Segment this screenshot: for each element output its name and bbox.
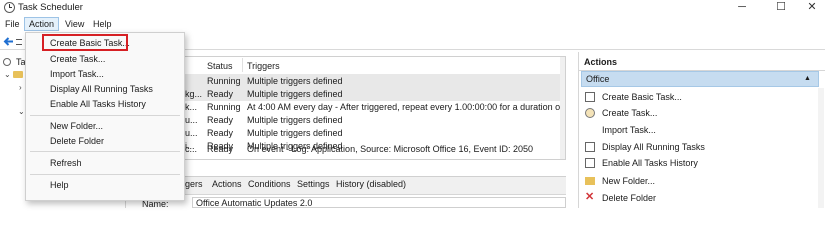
task-triggers: Multiple triggers defined: [247, 76, 343, 86]
view-icon[interactable]: [16, 39, 22, 45]
menu-action[interactable]: Action: [24, 17, 60, 31]
menu-item-delete-folder[interactable]: Delete Folder: [26, 133, 184, 149]
column-header-status[interactable]: Status: [207, 61, 233, 71]
task-status: Running: [207, 76, 241, 86]
menu-item-import-task[interactable]: Import Task...: [26, 66, 184, 82]
table-row[interactable]: u... Ready Multiple triggers defined: [127, 127, 562, 140]
tab-conditions[interactable]: Conditions: [248, 179, 291, 189]
task-triggers: Multiple triggers defined: [247, 115, 343, 125]
menu-view[interactable]: View: [61, 17, 88, 31]
expand-chevron-icon[interactable]: ⌄: [4, 70, 11, 79]
menu-bar: [0, 16, 825, 32]
menu-item-refresh[interactable]: Refresh: [26, 155, 184, 171]
column-header-triggers[interactable]: Triggers: [247, 61, 280, 71]
running-tasks-icon: [585, 142, 595, 152]
menu-separator: [30, 115, 180, 116]
back-arrow-icon[interactable]: [3, 37, 14, 46]
task-name: c...: [185, 144, 198, 154]
task-scheduler-icon: [4, 2, 15, 13]
task-status: Ready: [207, 89, 234, 99]
task-name: u...: [185, 128, 198, 138]
tab-history[interactable]: History (disabled): [336, 179, 406, 189]
menu-item-help[interactable]: Help: [26, 177, 184, 193]
task-status: Ready: [207, 115, 234, 125]
task-status: Ready: [207, 144, 234, 154]
task-status: Ready: [207, 128, 234, 138]
task-triggers: At 4:00 AM every day - After triggered, …: [247, 102, 562, 112]
window-title: Task Scheduler: [18, 2, 83, 13]
menu-item-create-task[interactable]: Create Task...: [26, 51, 184, 67]
name-value: Office Automatic Updates 2.0: [196, 198, 313, 208]
create-task-icon: [585, 108, 595, 118]
task-status: Running: [207, 102, 241, 112]
table-row[interactable]: kg... Ready Multiple triggers defined: [127, 88, 562, 101]
tab-settings[interactable]: Settings: [297, 179, 330, 189]
title-bar: [0, 0, 825, 16]
actions-scrollbar[interactable]: [818, 88, 824, 208]
folder-icon: [585, 177, 595, 185]
folder-icon: [13, 71, 23, 78]
task-triggers: On event - Log: Application, Source: Mic…: [247, 144, 533, 154]
office-section-header[interactable]: Office: [581, 71, 819, 87]
delete-icon: ✕: [585, 191, 595, 203]
expand-chevron-icon[interactable]: ›: [19, 83, 22, 92]
menu-item-new-folder[interactable]: New Folder...: [26, 118, 184, 134]
table-row[interactable]: Running Multiple triggers defined: [127, 75, 562, 88]
menu-item-enable-history[interactable]: Enable All Tasks History: [26, 96, 184, 112]
table-row[interactable]: u... Ready Multiple triggers defined: [127, 114, 562, 127]
task-name: kg...: [185, 89, 203, 99]
minimize-button[interactable]: ─: [725, 0, 759, 16]
column-divider[interactable]: [242, 58, 243, 72]
menu-separator: [30, 151, 180, 152]
menu-item-display-running[interactable]: Display All Running Tasks: [26, 81, 184, 97]
close-button[interactable]: ✕: [795, 0, 825, 16]
task-triggers: Multiple triggers defined: [247, 128, 343, 138]
table-row[interactable]: k... Running At 4:00 AM every day - Afte…: [127, 101, 562, 114]
task-scheduler-local-icon: [3, 58, 11, 66]
task-triggers: Multiple triggers defined: [247, 89, 343, 99]
table-row[interactable]: c... Ready On event - Log: Application, …: [127, 143, 562, 156]
task-name: k...: [185, 102, 198, 112]
menu-help[interactable]: Help: [89, 17, 116, 31]
history-icon: [585, 158, 595, 168]
menu-separator: [30, 174, 180, 175]
highlight-box: [42, 34, 128, 51]
tab-actions[interactable]: Actions: [212, 179, 242, 189]
task-list-scrollbar[interactable]: [560, 57, 565, 159]
task-name: u...: [185, 115, 198, 125]
actions-header: Actions: [578, 53, 825, 71]
menu-file[interactable]: File: [1, 17, 24, 31]
collapse-arrow-icon[interactable]: ▲: [804, 75, 811, 82]
create-basic-task-icon: [585, 92, 595, 102]
maximize-button[interactable]: ☐: [764, 0, 798, 16]
expand-chevron-icon[interactable]: ⌄: [18, 107, 25, 116]
